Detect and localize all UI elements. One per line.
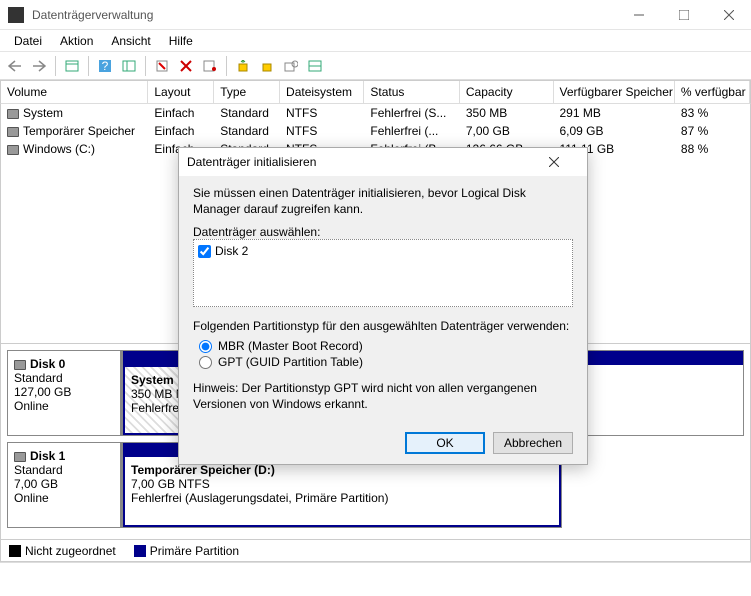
- titlebar: Datenträgerverwaltung: [0, 0, 751, 30]
- close-button[interactable]: [706, 0, 751, 30]
- legend: Nicht zugeordnet Primäre Partition: [0, 540, 751, 562]
- menu-action[interactable]: Aktion: [52, 32, 101, 50]
- select-disks-label: Datenträger auswählen:: [193, 225, 573, 239]
- col-volume[interactable]: Volume: [1, 81, 148, 103]
- minimize-button[interactable]: [616, 0, 661, 30]
- app-icon: [8, 7, 24, 23]
- action2-icon[interactable]: [256, 55, 278, 77]
- dialog-close-icon[interactable]: [549, 157, 579, 167]
- properties-icon[interactable]: [199, 55, 221, 77]
- delete-icon[interactable]: [175, 55, 197, 77]
- pane-icon[interactable]: [118, 55, 140, 77]
- col-filesystem[interactable]: Dateisystem: [280, 81, 364, 103]
- action4-icon[interactable]: [304, 55, 326, 77]
- gpt-radio[interactable]: [199, 356, 212, 369]
- volume-icon: [7, 109, 19, 119]
- initialize-disk-dialog: Datenträger initialisieren Sie müssen ei…: [178, 147, 588, 465]
- disk-info[interactable]: Disk 0 Standard 127,00 GB Online: [7, 350, 122, 436]
- maximize-button[interactable]: [661, 0, 706, 30]
- col-status[interactable]: Status: [364, 81, 459, 103]
- cancel-button[interactable]: Abbrechen: [493, 432, 573, 454]
- dialog-title: Datenträger initialisieren: [187, 155, 549, 169]
- volume-row[interactable]: Temporärer Speicher Einfach Standard NTF…: [1, 122, 750, 140]
- radio-gpt[interactable]: GPT (GUID Partition Table): [199, 355, 573, 369]
- volume-icon: [7, 145, 19, 155]
- back-icon[interactable]: [4, 55, 26, 77]
- col-layout[interactable]: Layout: [148, 81, 214, 103]
- partition-temp[interactable]: Temporärer Speicher (D:) 7,00 GB NTFS Fe…: [123, 457, 561, 527]
- legend-unallocated: Nicht zugeordnet: [9, 544, 116, 558]
- disk-checkbox-item[interactable]: Disk 2: [198, 244, 568, 258]
- view-icon[interactable]: [61, 55, 83, 77]
- statusbar: [0, 562, 751, 580]
- ok-button[interactable]: OK: [405, 432, 485, 454]
- help-icon[interactable]: ?: [94, 55, 116, 77]
- toolbar: ?: [0, 52, 751, 80]
- volume-row[interactable]: System Einfach Standard NTFS Fehlerfrei …: [1, 104, 750, 122]
- dialog-instruction: Sie müssen einen Datenträger initialisie…: [193, 186, 573, 217]
- dialog-titlebar[interactable]: Datenträger initialisieren: [179, 148, 587, 176]
- action3-icon[interactable]: [280, 55, 302, 77]
- disk-icon: [14, 360, 26, 370]
- col-free[interactable]: Verfügbarer Speicher: [554, 81, 675, 103]
- action1-icon[interactable]: [232, 55, 254, 77]
- forward-icon[interactable]: [28, 55, 50, 77]
- volume-icon: [7, 127, 19, 137]
- svg-text:?: ?: [102, 59, 109, 73]
- col-capacity[interactable]: Capacity: [460, 81, 554, 103]
- menu-view[interactable]: Ansicht: [103, 32, 158, 50]
- volume-table-header: Volume Layout Type Dateisystem Status Ca…: [0, 80, 751, 104]
- menu-help[interactable]: Hilfe: [161, 32, 201, 50]
- menu-file[interactable]: Datei: [6, 32, 50, 50]
- disk2-checkbox[interactable]: [198, 245, 211, 258]
- mbr-radio[interactable]: [199, 340, 212, 353]
- disk-icon: [14, 452, 26, 462]
- menubar: Datei Aktion Ansicht Hilfe: [0, 30, 751, 52]
- refresh-icon[interactable]: [151, 55, 173, 77]
- radio-mbr[interactable]: MBR (Master Boot Record): [199, 339, 573, 353]
- window-title: Datenträgerverwaltung: [32, 8, 616, 22]
- partition-style-label: Folgenden Partitionstyp für den ausgewäh…: [193, 319, 573, 333]
- col-type[interactable]: Type: [214, 81, 280, 103]
- disk-info[interactable]: Disk 1 Standard 7,00 GB Online: [7, 442, 122, 528]
- legend-primary: Primäre Partition: [134, 544, 239, 558]
- disk-listbox[interactable]: Disk 2: [193, 239, 573, 307]
- dialog-hint: Hinweis: Der Partitionstyp GPT wird nich…: [193, 381, 573, 412]
- col-pct[interactable]: % verfügbar: [675, 81, 750, 103]
